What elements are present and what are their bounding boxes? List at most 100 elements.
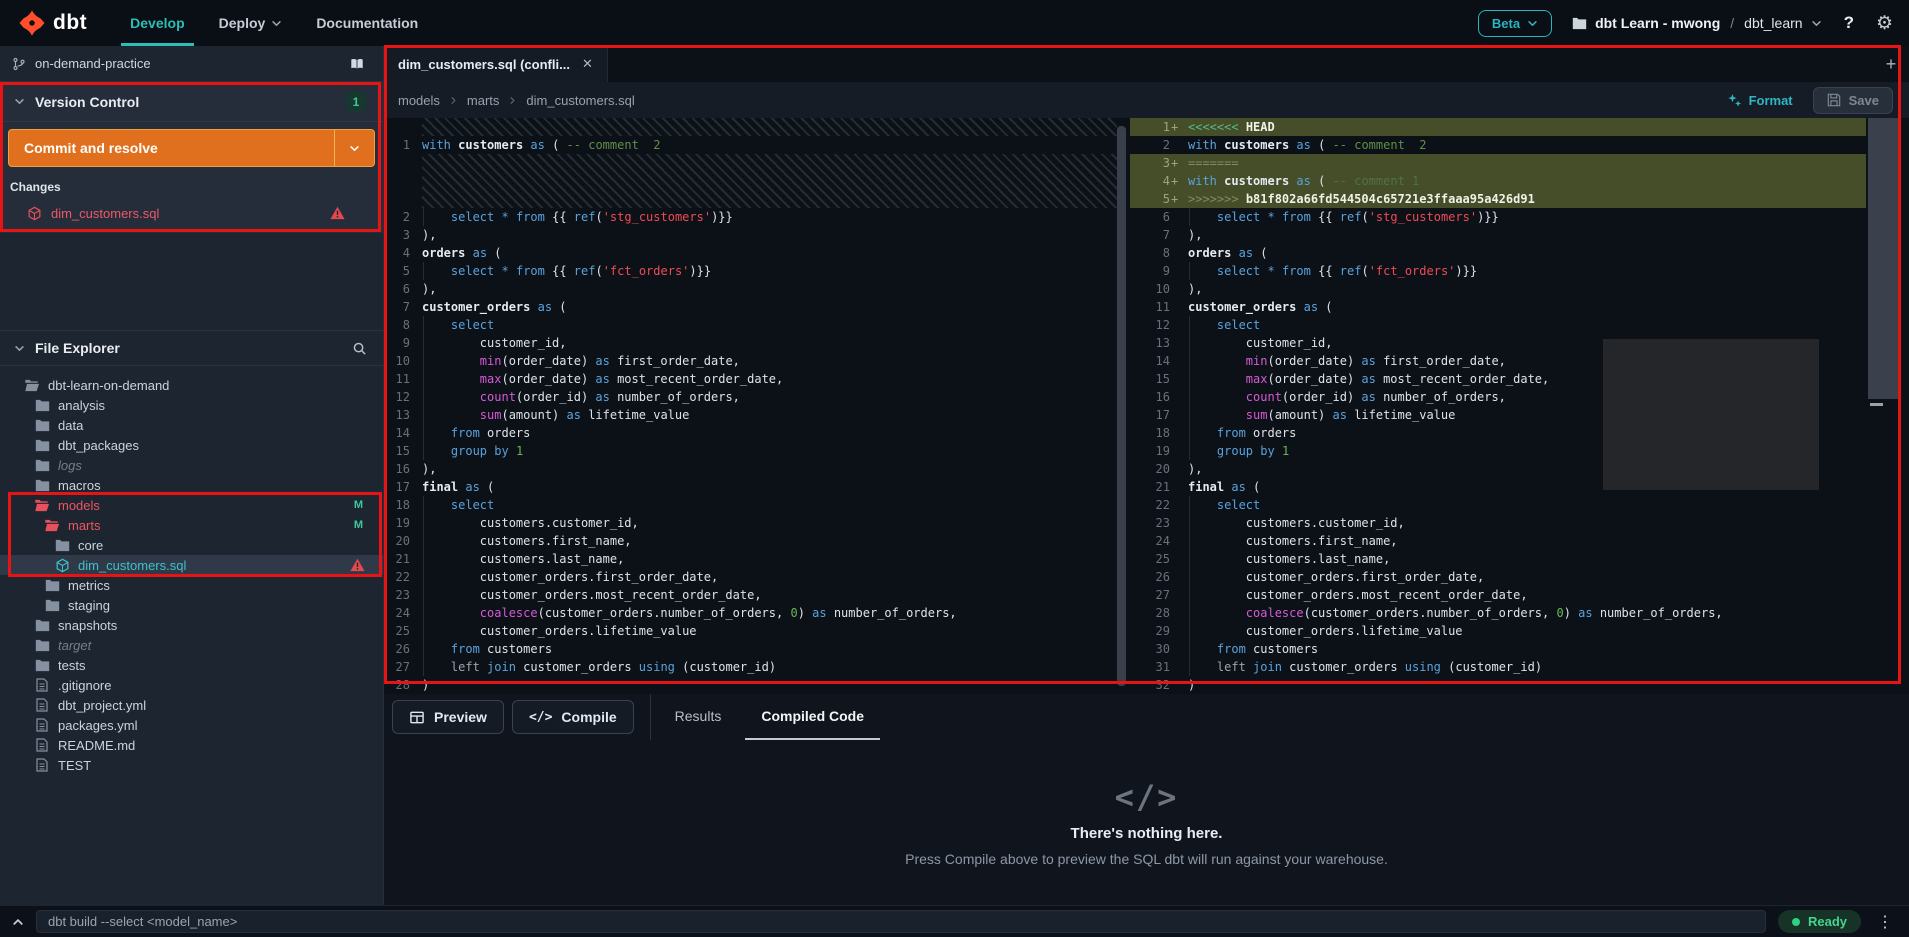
code-line[interactable]: [384, 118, 1117, 136]
tree-item-macros[interactable]: macros: [0, 475, 383, 495]
code-line[interactable]: 20 customers.first_name,: [384, 532, 1117, 550]
tree-item-metrics[interactable]: metrics: [0, 575, 383, 595]
code-line[interactable]: 28 coalesce (customer_orders.number_of_or…: [1130, 604, 1866, 622]
tree-item-analysis[interactable]: analysis: [0, 395, 383, 415]
code-line[interactable]: 24 customers.first_name,: [1130, 532, 1866, 550]
compile-button[interactable]: </> Compile: [511, 700, 634, 734]
code-line[interactable]: 22 select: [1130, 496, 1866, 514]
code-line[interactable]: 3),: [384, 226, 1117, 244]
code-line[interactable]: 25 customer_orders.lifetime_value: [384, 622, 1117, 640]
code-line[interactable]: 13 sum (amount) as lifetime_value: [384, 406, 1117, 424]
settings-gear-icon[interactable]: ⚙: [1876, 14, 1893, 33]
code-line[interactable]: 8 orders as (: [1130, 244, 1866, 262]
code-line[interactable]: 6 select * from {{ ref('stg_customers')}…: [1130, 208, 1866, 226]
editor-scrollbar[interactable]: [1117, 126, 1126, 686]
save-button[interactable]: Save: [1812, 86, 1893, 114]
code-line[interactable]: 9 select * from {{ ref('fct_orders')}}: [1130, 262, 1866, 280]
search-icon[interactable]: [352, 341, 367, 356]
code-line[interactable]: 24 coalesce (customer_orders.number_of_or…: [384, 604, 1117, 622]
code-line[interactable]: 18 select: [384, 496, 1117, 514]
code-line[interactable]: 4 + with customers as ( -- comment 1: [1130, 172, 1866, 190]
file-explorer-header[interactable]: File Explorer: [0, 330, 383, 366]
code-line[interactable]: 3 + =======: [1130, 154, 1866, 172]
tree-item-core[interactable]: core: [0, 535, 383, 555]
code-line[interactable]: 23 customer_orders.most_recent_order_dat…: [384, 586, 1117, 604]
code-line[interactable]: 12 select: [1130, 316, 1866, 334]
breadcrumb-marts[interactable]: marts: [467, 93, 500, 108]
account-selector[interactable]: dbt Learn - mwong / dbt_learn: [1572, 15, 1822, 31]
breadcrumb-file[interactable]: dim_customers.sql: [526, 93, 634, 108]
code-line[interactable]: 10),: [1130, 280, 1866, 298]
code-line[interactable]: 27 customer_orders.most_recent_order_dat…: [1130, 586, 1866, 604]
code-line[interactable]: 2 select * from {{ ref('stg_customers')}…: [384, 208, 1117, 226]
format-button[interactable]: Format: [1727, 93, 1793, 108]
code-line[interactable]: 21 customers.last_name,: [384, 550, 1117, 568]
code-line[interactable]: 2 with customers as ( -- comment 2: [1130, 136, 1866, 154]
tree-item-tests[interactable]: tests: [0, 655, 383, 675]
tree-item-dbt-learn-on-demand[interactable]: dbt-learn-on-demand: [0, 375, 383, 395]
code-line[interactable]: 1 + <<<<<<< HEAD: [1130, 118, 1866, 136]
code-line[interactable]: 15 group by 1: [384, 442, 1117, 460]
tree-item-dbt_packages[interactable]: dbt_packages: [0, 435, 383, 455]
code-line[interactable]: 11 customer_orders as (: [1130, 298, 1866, 316]
code-line[interactable]: [384, 172, 1117, 190]
code-line[interactable]: 5 + >>>>>>> b81f802a66fd544504c65721e3ffaa…: [1130, 190, 1866, 208]
tree-item-target[interactable]: target: [0, 635, 383, 655]
chevron-up-icon[interactable]: [12, 916, 24, 928]
code-line[interactable]: 14 from orders: [384, 424, 1117, 442]
tab-results[interactable]: Results: [659, 694, 738, 740]
beta-button[interactable]: Beta: [1477, 9, 1553, 37]
code-line[interactable]: 6),: [384, 280, 1117, 298]
code-line[interactable]: 7),: [1130, 226, 1866, 244]
code-line[interactable]: 8 select: [384, 316, 1117, 334]
code-line[interactable]: 32): [1130, 676, 1866, 694]
code-line[interactable]: [384, 154, 1117, 172]
code-line[interactable]: [384, 190, 1117, 208]
commit-and-resolve-button[interactable]: Commit and resolve: [8, 129, 375, 167]
tree-item-.gitignore[interactable]: .gitignore: [0, 675, 383, 695]
tree-item-models[interactable]: models M: [0, 495, 383, 515]
tree-item-dim_customers.sql[interactable]: dim_customers.sql: [0, 555, 383, 575]
code-line[interactable]: 16),: [384, 460, 1117, 478]
dbt-logo[interactable]: dbt: [18, 9, 87, 37]
code-line[interactable]: 26 from customers: [384, 640, 1117, 658]
nav-deploy[interactable]: Deploy: [206, 0, 296, 46]
code-line[interactable]: 12 count (order_id) as number_of_orders,: [384, 388, 1117, 406]
code-line[interactable]: 5 select * from {{ ref('fct_orders')}}: [384, 262, 1117, 280]
book-icon[interactable]: [349, 57, 365, 71]
code-line[interactable]: 17 final as (: [384, 478, 1117, 496]
code-line[interactable]: 7 customer_orders as (: [384, 298, 1117, 316]
branch-selector[interactable]: on-demand-practice: [0, 46, 383, 82]
code-line[interactable]: 9 customer_id,: [384, 334, 1117, 352]
commit-options-caret[interactable]: [334, 130, 374, 166]
code-line[interactable]: 22 customer_orders.first_order_date,: [384, 568, 1117, 586]
code-line[interactable]: 23 customers.customer_id,: [1130, 514, 1866, 532]
nav-documentation[interactable]: Documentation: [303, 0, 431, 46]
code-line[interactable]: 11 max (order_date) as most_recent_order_…: [384, 370, 1117, 388]
tree-item-dbt_project.yml[interactable]: dbt_project.yml: [0, 695, 383, 715]
tree-item-logs[interactable]: logs: [0, 455, 383, 475]
tab-compiled-code[interactable]: Compiled Code: [745, 694, 881, 740]
code-line[interactable]: 10 min (order_date) as first_order_date,: [384, 352, 1117, 370]
close-tab-icon[interactable]: ✕: [582, 56, 593, 72]
code-line[interactable]: 31 left join customer_orders using (cust…: [1130, 658, 1866, 676]
tree-item-staging[interactable]: staging: [0, 595, 383, 615]
kebab-menu-icon[interactable]: ⋮: [1873, 912, 1897, 932]
tree-item-TEST[interactable]: TEST: [0, 755, 383, 775]
help-button[interactable]: ?: [1842, 13, 1856, 33]
code-line[interactable]: 4 orders as (: [384, 244, 1117, 262]
tree-item-packages.yml[interactable]: packages.yml: [0, 715, 383, 735]
code-line[interactable]: 28): [384, 676, 1117, 694]
breadcrumb-models[interactable]: models: [398, 93, 440, 108]
preview-button[interactable]: Preview: [392, 700, 504, 734]
tree-item-data[interactable]: data: [0, 415, 383, 435]
overview-ruler[interactable]: [1868, 118, 1898, 399]
changed-file-row[interactable]: dim_customers.sql: [0, 200, 383, 226]
code-line[interactable]: 30 from customers: [1130, 640, 1866, 658]
command-input[interactable]: [36, 910, 1766, 933]
version-control-header[interactable]: Version Control 1: [0, 82, 383, 122]
tree-item-snapshots[interactable]: snapshots: [0, 615, 383, 635]
code-line[interactable]: 26 customer_orders.first_order_date,: [1130, 568, 1866, 586]
code-line[interactable]: 1 with customers as ( -- comment 2: [384, 136, 1117, 154]
tab-dim-customers[interactable]: dim_customers.sql (confli... ✕: [384, 46, 608, 82]
